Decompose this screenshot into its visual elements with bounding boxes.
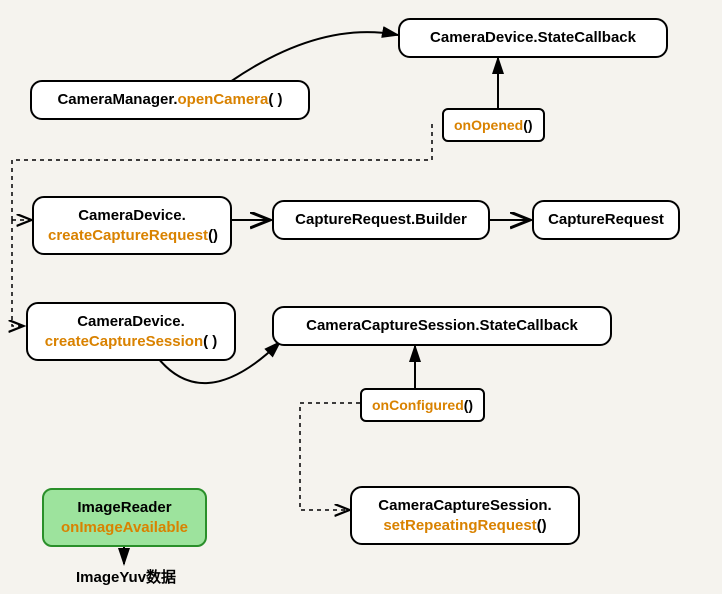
prefix: CameraDevice.	[78, 207, 186, 224]
prefix: CameraManager.	[57, 91, 177, 108]
node-on-opened: onOpened()	[442, 108, 545, 142]
node-state-callback: CameraDevice.StateCallback	[398, 18, 668, 58]
text: ImageYuv数据	[76, 569, 176, 586]
prefix: CameraCaptureSession.	[378, 497, 551, 514]
node-capture-request: CaptureRequest	[532, 200, 680, 240]
node-on-configured: onConfigured()	[360, 388, 485, 422]
method: createCaptureSession	[45, 333, 203, 350]
suffix: ( )	[268, 91, 282, 108]
method: openCamera	[178, 91, 269, 108]
node-set-repeating-request: CameraCaptureSession. setRepeatingReques…	[350, 486, 580, 545]
method: createCaptureRequest	[48, 227, 208, 244]
method: onConfigured	[372, 397, 464, 413]
suffix: ()	[537, 517, 547, 534]
node-capture-request-builder: CaptureRequest.Builder	[272, 200, 490, 240]
text: CameraCaptureSession.StateCallback	[306, 317, 578, 334]
node-open-camera: CameraManager.openCamera( )	[30, 80, 310, 120]
label-image-yuv: ImageYuv数据	[76, 566, 176, 587]
node-session-state-callback: CameraCaptureSession.StateCallback	[272, 306, 612, 346]
prefix: ImageReader	[77, 499, 171, 516]
text: CaptureRequest.Builder	[295, 211, 467, 228]
method: onOpened	[454, 117, 523, 133]
node-image-reader: ImageReader onImageAvailable	[42, 488, 207, 547]
node-create-capture-session: CameraDevice. createCaptureSession( )	[26, 302, 236, 361]
prefix: CameraDevice.	[77, 313, 185, 330]
suffix: ()	[523, 117, 532, 133]
node-create-capture-request: CameraDevice. createCaptureRequest()	[32, 196, 232, 255]
text: CaptureRequest	[548, 211, 664, 228]
method: onImageAvailable	[61, 519, 188, 536]
suffix: ()	[464, 397, 473, 413]
suffix: ( )	[203, 333, 217, 350]
suffix: ()	[208, 227, 218, 244]
text: CameraDevice.StateCallback	[430, 29, 636, 46]
method: setRepeatingRequest	[383, 517, 536, 534]
